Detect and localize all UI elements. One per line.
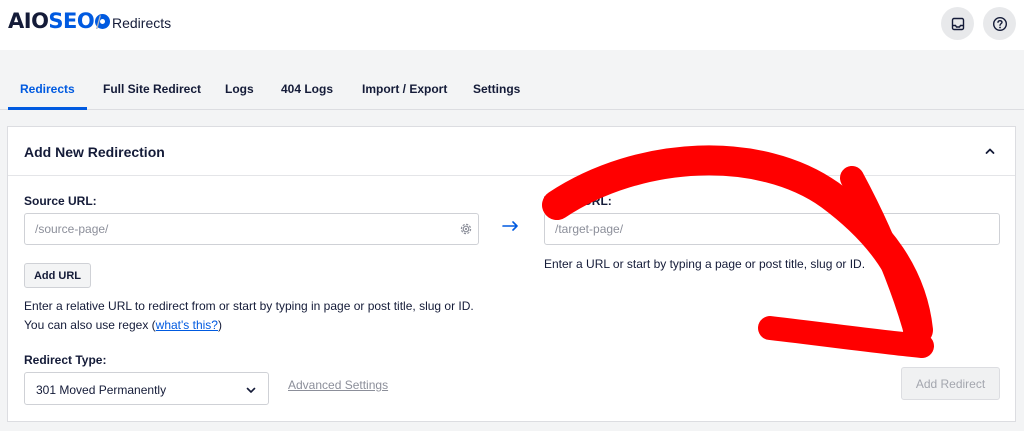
- breadcrumb-separator: /: [96, 13, 102, 33]
- tab-full-site-redirect[interactable]: Full Site Redirect: [103, 82, 201, 96]
- collapse-button[interactable]: [981, 142, 999, 160]
- add-url-button[interactable]: Add URL: [24, 263, 91, 288]
- regex-help-prefix: You can also use regex (: [24, 318, 156, 332]
- top-bar: AIOSEO / Redirects: [0, 0, 1024, 50]
- arrow-right-icon: [502, 221, 518, 231]
- notifications-button[interactable]: [941, 7, 974, 40]
- aioseo-logo[interactable]: AIOSEO: [8, 9, 111, 33]
- tab-logs[interactable]: Logs: [225, 82, 254, 96]
- source-help-text: Enter a relative URL to redirect from or…: [24, 299, 474, 313]
- help-circle-icon: [992, 16, 1007, 31]
- page-title: Redirects: [112, 15, 172, 31]
- add-redirect-button[interactable]: Add Redirect: [901, 367, 1000, 400]
- chevron-down-icon: [246, 387, 256, 393]
- tab-settings[interactable]: Settings: [473, 82, 520, 96]
- card-header[interactable]: Add New Redirection: [8, 127, 1015, 176]
- add-redirection-card: Add New Redirection Source URL: Add URL …: [7, 126, 1016, 422]
- redirect-type-select[interactable]: 301 Moved Permanently: [24, 372, 269, 405]
- tab-bar: Redirects Full Site Redirect Logs 404 Lo…: [0, 72, 1024, 110]
- source-url-label: Source URL:: [24, 194, 97, 208]
- redirect-type-value: 301 Moved Permanently: [36, 383, 167, 397]
- whats-this-link[interactable]: what's this?: [156, 318, 218, 332]
- active-tab-indicator: [8, 107, 87, 110]
- logo-text-prefix: AIO: [8, 9, 49, 33]
- tab-import-export[interactable]: Import / Export: [362, 82, 447, 96]
- target-url-input[interactable]: [544, 213, 1000, 245]
- target-url-label: Target URL:: [544, 194, 612, 208]
- target-help-text: Enter a URL or start by typing a page or…: [544, 257, 866, 271]
- tab-redirects[interactable]: Redirects: [20, 82, 75, 96]
- chevron-up-icon: [985, 148, 995, 154]
- tab-404-logs[interactable]: 404 Logs: [281, 82, 333, 96]
- inbox-icon: [951, 17, 964, 30]
- logo-text-seo: SEO: [48, 9, 95, 33]
- redirect-type-label: Redirect Type:: [24, 353, 107, 367]
- gear-icon[interactable]: [459, 222, 473, 236]
- source-regex-help: You can also use regex (what's this?): [24, 316, 222, 335]
- advanced-settings-link[interactable]: Advanced Settings: [288, 378, 388, 392]
- help-button[interactable]: [983, 7, 1016, 40]
- card-title: Add New Redirection: [24, 144, 165, 160]
- regex-help-suffix: ): [217, 318, 222, 332]
- source-url-input[interactable]: [24, 213, 479, 245]
